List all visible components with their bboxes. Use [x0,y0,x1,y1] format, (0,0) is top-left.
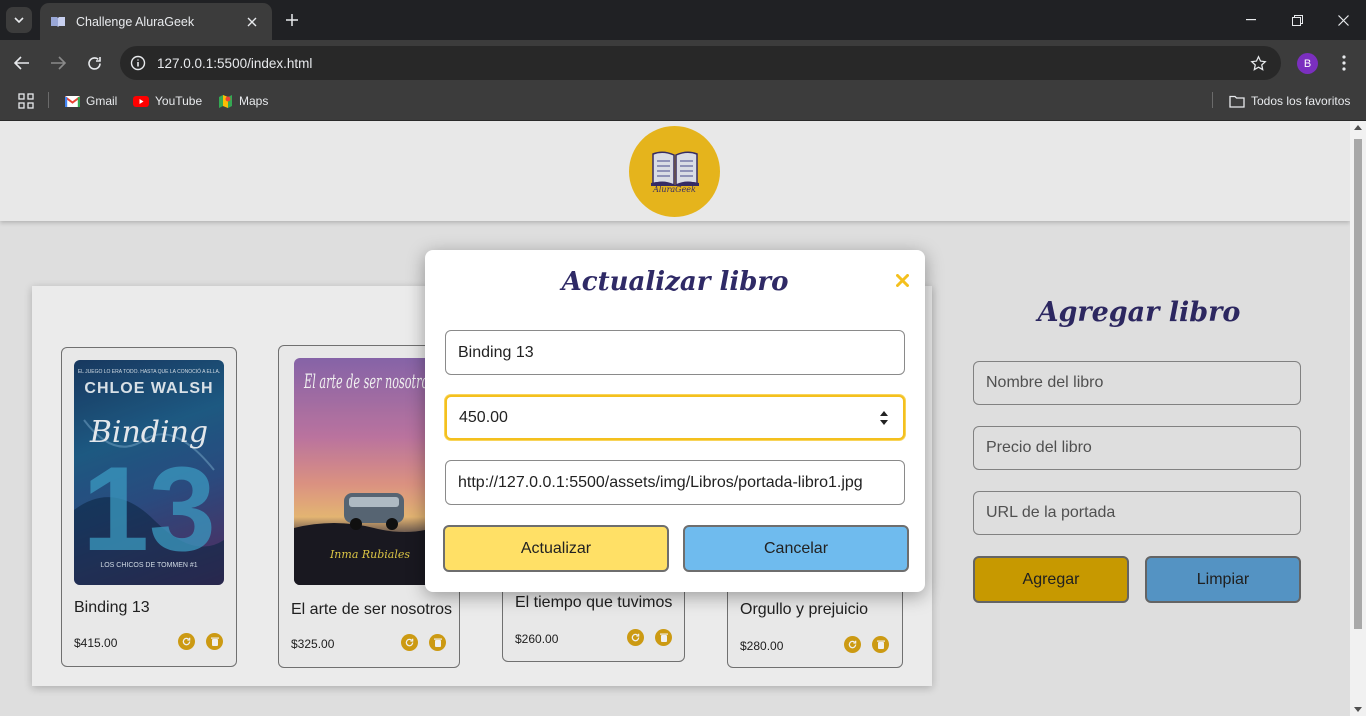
all-bookmarks-label: Todos los favoritos [1251,94,1351,108]
update-name-value: Binding 13 [458,343,534,361]
update-button[interactable]: Actualizar [443,525,669,572]
bookmarks-divider [48,92,49,108]
bookmark-youtube[interactable]: YouTube [133,91,202,111]
reload-button[interactable] [82,51,106,75]
tab-search-button[interactable] [6,7,32,33]
bookmark-maps[interactable]: Maps [217,91,268,111]
reload-icon [87,56,101,70]
update-price-value: 450.00 [459,408,508,426]
tab-title: Challenge AluraGeek [76,14,195,29]
folder-icon [1229,94,1245,108]
arrow-right-icon [51,56,66,70]
plus-icon [286,14,298,26]
book-favicon-icon [50,15,66,29]
close-icon [895,273,909,287]
bookmark-label: Gmail [86,94,118,108]
url-text: 127.0.0.1:5500/index.html [157,55,313,71]
all-bookmarks-folder[interactable]: Todos los favoritos [1229,91,1350,111]
bookmarks-bar: Gmail YouTube Maps Todos los favoritos [0,86,1366,121]
chevron-down-icon [14,17,24,23]
update-url-input[interactable]: http://127.0.0.1:5500/assets/img/Libros/… [445,460,905,505]
update-price-input[interactable]: 450.00 [445,395,905,440]
site-info-icon[interactable] [128,53,148,73]
browser-toolbar: 127.0.0.1:5500/index.html B [0,40,1366,86]
cancel-button[interactable]: Cancelar [683,525,909,572]
bookmarks-divider [1212,92,1213,108]
minimize-button[interactable] [1228,8,1274,32]
update-url-value: http://127.0.0.1:5500/assets/img/Libros/… [458,473,863,491]
youtube-icon [133,94,149,108]
arrow-left-icon [14,56,29,70]
more-vert-icon [1342,55,1346,71]
scrollbar-thumb[interactable] [1354,139,1362,629]
gmail-icon [64,94,80,108]
modal-title: Actualizar libro [561,267,789,297]
close-modal-button[interactable] [892,270,912,290]
browser-tab[interactable]: Challenge AluraGeek [40,3,272,40]
scroll-down-arrow-icon[interactable] [1354,707,1362,712]
page-viewport: AluraGeek EL JUEGO LO ERA TODO. HASTA QU… [0,121,1350,716]
bookmark-star-icon[interactable] [1247,52,1269,74]
address-bar[interactable]: 127.0.0.1:5500/index.html [120,46,1281,80]
restore-button[interactable] [1274,8,1320,32]
bookmark-label: Maps [239,94,269,108]
close-icon [1337,14,1349,26]
new-tab-button[interactable] [282,10,302,30]
bookmark-gmail[interactable]: Gmail [64,91,117,111]
number-spinner-icon[interactable] [879,410,889,426]
update-book-modal: Actualizar libro Binding 13 450.00 http:… [425,250,925,592]
apps-grid-icon[interactable] [18,93,34,109]
minimize-icon [1246,19,1256,21]
close-window-button[interactable] [1320,8,1366,32]
tab-strip: Challenge AluraGeek [0,0,1366,40]
browser-menu-button[interactable] [1334,52,1354,74]
forward-button[interactable] [46,51,70,75]
back-button[interactable] [10,51,34,75]
close-tab-icon[interactable] [244,14,260,30]
update-name-input[interactable]: Binding 13 [445,330,905,375]
profile-avatar[interactable]: B [1297,53,1318,74]
maps-icon [217,94,233,108]
page-scrollbar[interactable] [1350,121,1366,716]
bookmark-label: YouTube [155,94,203,108]
scroll-up-arrow-icon[interactable] [1354,125,1362,130]
restore-icon [1291,14,1303,26]
